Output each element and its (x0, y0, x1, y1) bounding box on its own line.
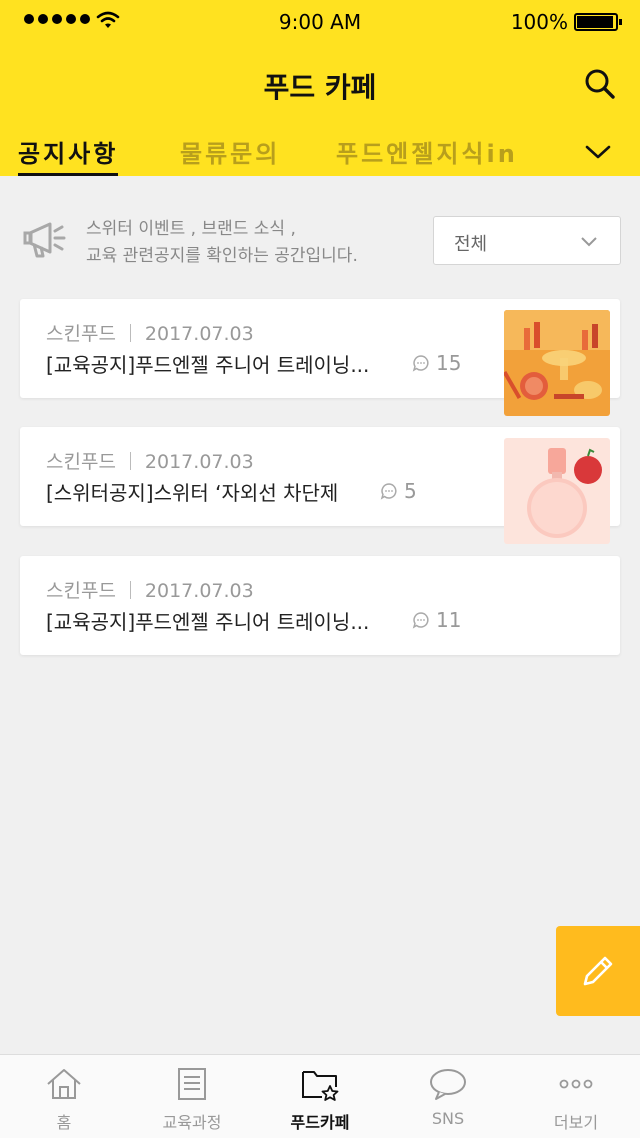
notice-text-line2: 교육 관련공지를 확인하는 공간입니다. (86, 246, 358, 266)
category-tabs: 공지사항 물류문의 푸드엔젤지식in (0, 128, 640, 176)
post-meta: 스킨푸드 2017.07.03 (46, 447, 254, 474)
tabbar-label: 더보기 (553, 1113, 599, 1132)
chevron-down-icon[interactable] (584, 142, 612, 162)
tabbar-label: 교육과정 (162, 1113, 222, 1132)
home-icon (47, 1069, 81, 1099)
battery-percent: 100% (510, 10, 568, 34)
comment-icon (412, 612, 429, 629)
post-thumbnail (504, 438, 610, 544)
post-date: 2017.07.03 (144, 323, 254, 345)
post-author: 스킨푸드 (46, 580, 116, 602)
status-bar: 9:00 AM 100% (0, 0, 640, 44)
page-title: 푸드 카페 (263, 71, 377, 104)
tabbar-item-food-cafe[interactable]: 푸드카페 (256, 1055, 384, 1138)
post-author: 스킨푸드 (46, 323, 116, 345)
comment-count-value: 5 (404, 479, 417, 503)
post-card[interactable]: 스킨푸드 2017.07.03 [교육공지]푸드엔젤 주니어 트레이닝... 11 (20, 556, 620, 655)
post-author: 스킨푸드 (46, 451, 116, 473)
comment-icon (380, 483, 397, 500)
document-icon (178, 1068, 206, 1100)
post-date: 2017.07.03 (144, 451, 254, 473)
post-thumbnail (504, 310, 610, 416)
tabbar-label: 푸드카페 (290, 1113, 350, 1132)
app-header: 푸드 카페 (0, 44, 640, 128)
post-title: [교육공지]푸드엔젤 주니어 트레이닝... (46, 353, 370, 377)
write-post-button[interactable] (556, 926, 640, 1016)
comment-count-value: 11 (436, 608, 462, 632)
post-date: 2017.07.03 (144, 580, 254, 602)
comment-count-value: 15 (436, 351, 462, 375)
post-card[interactable]: 스킨푸드 2017.07.03 [스위터공지]스위터 ‘자외선 차단제 5 (20, 427, 620, 544)
comment-count: 15 (412, 351, 461, 375)
bottom-tab-bar: 홈 교육과정 푸드카페 SNS 더보기 (0, 1054, 640, 1138)
more-dots-icon (559, 1079, 593, 1089)
filter-select[interactable]: 전체 (433, 216, 621, 265)
tabbar-item-home[interactable]: 홈 (0, 1055, 128, 1138)
tabbar-item-more[interactable]: 더보기 (512, 1055, 640, 1138)
megaphone-icon (23, 222, 66, 258)
post-meta: 스킨푸드 2017.07.03 (46, 319, 254, 346)
post-title: [교육공지]푸드엔젤 주니어 트레이닝... (46, 610, 370, 634)
tabbar-label: 홈 (56, 1113, 72, 1132)
tabbar-label: SNS (431, 1109, 465, 1128)
comment-count: 11 (412, 608, 461, 632)
post-meta: 스킨푸드 2017.07.03 (46, 576, 254, 603)
notice-text-line1: 스위터 이벤트 , 브랜드 소식 , (86, 219, 296, 239)
tab-food-angel-knowledge[interactable]: 푸드엔젤지식in (336, 134, 518, 176)
pencil-icon (583, 956, 613, 986)
post-title: [스위터공지]스위터 ‘자외선 차단제 (46, 481, 339, 505)
tab-notice[interactable]: 공지사항 (18, 134, 119, 176)
comment-count: 5 (380, 479, 417, 503)
chat-bubble-icon (430, 1069, 466, 1100)
tab-logistics[interactable]: 물류문의 (180, 134, 280, 176)
post-card[interactable]: 스킨푸드 2017.07.03 [교육공지]푸드엔젤 주니어 트레이닝... 15 (20, 299, 620, 416)
search-icon[interactable] (582, 66, 618, 102)
filter-value: 전체 (454, 234, 488, 255)
notice-banner: 스위터 이벤트 , 브랜드 소식 , 교육 관련공지를 확인하는 공간입니다. (22, 210, 442, 270)
chevron-down-icon (581, 237, 597, 247)
tabbar-item-courses[interactable]: 교육과정 (128, 1055, 256, 1138)
battery-icon (574, 13, 622, 31)
comment-icon (412, 355, 429, 372)
folder-star-icon (302, 1071, 339, 1101)
tabbar-item-sns[interactable]: SNS (384, 1055, 512, 1138)
